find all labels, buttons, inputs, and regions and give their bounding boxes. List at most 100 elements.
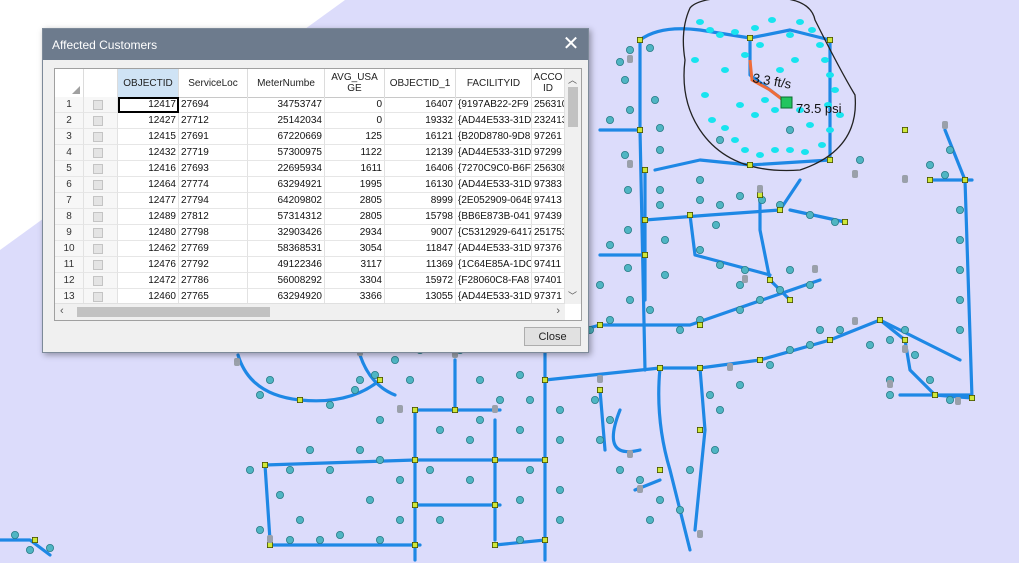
customer-point[interactable]: [556, 485, 565, 494]
checkbox[interactable]: [93, 260, 103, 270]
checkbox[interactable]: [93, 228, 103, 238]
checkbox[interactable]: [93, 180, 103, 190]
valve-point[interactable]: [747, 35, 754, 42]
row-checkbox[interactable]: [84, 161, 118, 177]
valve-point[interactable]: [927, 176, 934, 183]
hydrant-point[interactable]: [852, 170, 858, 178]
cell-meternumbe[interactable]: 64209802: [248, 193, 325, 209]
row-checkbox[interactable]: [84, 241, 118, 257]
customer-point[interactable]: [696, 245, 705, 254]
valve-point[interactable]: [757, 191, 764, 198]
hydrant-point[interactable]: [902, 175, 908, 183]
cell-meternumbe[interactable]: 32903426: [248, 225, 325, 241]
customer-point[interactable]: [711, 445, 720, 454]
valve-point[interactable]: [877, 316, 884, 323]
column-header-acco-id[interactable]: ACCO ID: [532, 69, 565, 97]
valve-point[interactable]: [642, 166, 649, 173]
cell-avg-usage[interactable]: 0: [325, 97, 385, 113]
customer-point[interactable]: [696, 175, 705, 184]
customer-point[interactable]: [265, 375, 274, 384]
customer-point[interactable]: [516, 370, 525, 379]
valve-point[interactable]: [32, 537, 39, 544]
valve-point[interactable]: [657, 364, 664, 371]
horizontal-scroll-thumb[interactable]: [77, 307, 270, 317]
customer-point[interactable]: [516, 536, 525, 545]
row-number[interactable]: 10: [55, 241, 84, 257]
cell-meternumbe[interactable]: 22695934: [248, 161, 325, 177]
customer-point[interactable]: [355, 445, 364, 454]
valve-point[interactable]: [597, 321, 604, 328]
cell-objectid-1[interactable]: 16407: [385, 97, 456, 113]
hydrant-point[interactable]: [955, 397, 961, 405]
column-header-avg-usage[interactable]: AVG_USA GE: [325, 69, 385, 97]
customer-point[interactable]: [626, 295, 635, 304]
customer-point[interactable]: [716, 200, 725, 209]
vertical-scrollbar[interactable]: ︿ ﹀: [564, 69, 581, 304]
cell-avg-usage[interactable]: 125: [325, 129, 385, 145]
customer-point[interactable]: [375, 455, 384, 464]
cell-acco-id[interactable]: 97411: [532, 257, 565, 273]
cell-acco-id[interactable]: 97383: [532, 177, 565, 193]
row-number[interactable]: 7: [55, 193, 84, 209]
valve-point[interactable]: [642, 251, 649, 258]
cell-facilityid[interactable]: {B20D8780-9D8: [456, 129, 532, 145]
valve-point[interactable]: [697, 364, 704, 371]
affected-customer-point[interactable]: [771, 147, 779, 153]
cell-serviceloc[interactable]: 27774: [179, 177, 248, 193]
close-button[interactable]: Close: [524, 327, 581, 346]
affected-customer-point[interactable]: [691, 57, 699, 63]
hydrant-point[interactable]: [812, 265, 818, 273]
table-row[interactable]: 9 12480 27798 32903426 2934 9007 {C5312929-641…: [55, 225, 565, 241]
customer-point[interactable]: [465, 475, 474, 484]
valve-point[interactable]: [787, 296, 794, 303]
customer-point[interactable]: [626, 106, 635, 115]
cell-facilityid[interactable]: {2E052909-064E: [456, 193, 532, 209]
customer-point[interactable]: [686, 465, 695, 474]
cell-objectid[interactable]: 12477: [118, 193, 179, 209]
valve-point[interactable]: [261, 461, 268, 468]
customer-point[interactable]: [956, 295, 965, 304]
affected-customer-point[interactable]: [741, 52, 749, 58]
valve-point[interactable]: [697, 426, 704, 433]
affected-customer-point[interactable]: [756, 42, 764, 48]
customer-point[interactable]: [305, 445, 314, 454]
cell-avg-usage[interactable]: 3117: [325, 257, 385, 273]
customer-point[interactable]: [621, 76, 630, 85]
valve-point[interactable]: [637, 127, 644, 134]
valve-point[interactable]: [411, 456, 418, 463]
hydrant-point[interactable]: [267, 535, 273, 543]
valve-point[interactable]: [747, 161, 754, 168]
cell-serviceloc[interactable]: 27798: [179, 225, 248, 241]
cell-acco-id[interactable]: 251753: [532, 225, 565, 241]
affected-customer-point[interactable]: [826, 127, 834, 133]
cell-objectid-1[interactable]: 16130: [385, 177, 456, 193]
table-row[interactable]: 11 12476 27792 49122346 3117 11369 {1C64E85A-1…: [55, 257, 565, 273]
cell-meternumbe[interactable]: 67220669: [248, 129, 325, 145]
row-checkbox[interactable]: [84, 129, 118, 145]
customer-point[interactable]: [831, 217, 840, 226]
valve-point[interactable]: [902, 336, 909, 343]
cell-avg-usage[interactable]: 3304: [325, 273, 385, 289]
affected-customer-point[interactable]: [696, 19, 704, 25]
table-row[interactable]: 8 12489 27812 57314312 2805 15798 {BB6E873B-04…: [55, 209, 565, 225]
close-icon[interactable]: ✕: [560, 33, 582, 55]
cell-avg-usage[interactable]: 2934: [325, 225, 385, 241]
cell-facilityid[interactable]: {AD44E533-31D: [456, 241, 532, 257]
customer-point[interactable]: [526, 395, 535, 404]
customer-point[interactable]: [606, 415, 615, 424]
affected-customer-point[interactable]: [818, 142, 826, 148]
table-row[interactable]: 6 12464 27774 63294921 1995 16130 {AD44E533-31…: [55, 177, 565, 193]
cell-avg-usage[interactable]: 1122: [325, 145, 385, 161]
customer-point[interactable]: [315, 536, 324, 545]
affected-customer-point[interactable]: [786, 32, 794, 38]
customer-point[interactable]: [856, 155, 865, 164]
customer-point[interactable]: [621, 150, 630, 159]
row-number[interactable]: 3: [55, 129, 84, 145]
scroll-right-icon[interactable]: ›: [556, 305, 560, 317]
customer-point[interactable]: [696, 195, 705, 204]
row-number[interactable]: 2: [55, 113, 84, 129]
customer-point[interactable]: [275, 490, 284, 499]
customer-point[interactable]: [255, 526, 264, 535]
customer-point[interactable]: [886, 390, 895, 399]
column-header-facilityid[interactable]: FACILITYID: [456, 69, 532, 97]
